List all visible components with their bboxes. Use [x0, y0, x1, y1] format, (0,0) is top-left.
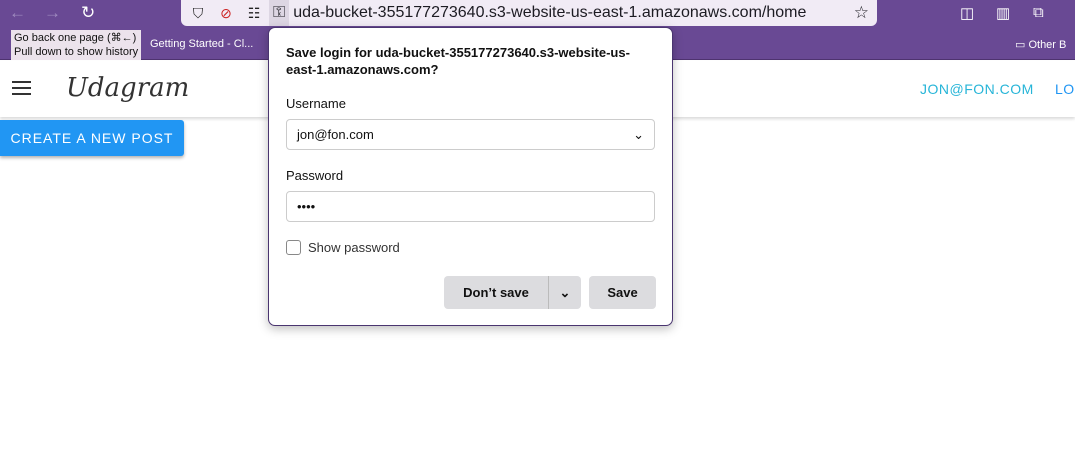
dialog-title: Save login for uda-bucket-355177273640.s…: [286, 45, 630, 77]
dont-save-button[interactable]: Don’t save: [444, 276, 548, 309]
checkbox-box[interactable]: [286, 240, 301, 255]
password-label: Password: [286, 168, 344, 183]
browser-toolbar: ← → ↻ ⛉ ⊘ ☷ ⚿ uda-bucket-355177273640.s3…: [0, 0, 1075, 27]
chevron-down-icon[interactable]: ⌄: [633, 127, 644, 143]
bookmark-getting-started[interactable]: Getting Started - Cl...: [150, 38, 253, 50]
username-value: jon@fon.com: [297, 127, 374, 142]
permissions-icon[interactable]: ☷: [243, 5, 265, 22]
menu-icon[interactable]: [12, 81, 31, 99]
extensions-icon[interactable]: ⧉: [1033, 4, 1044, 21]
url-bar[interactable]: ⛉ ⊘ ☷ ⚿ uda-bucket-355177273640.s3-websi…: [181, 0, 877, 26]
password-value: ••••: [297, 199, 316, 214]
folder-icon: ▭: [1015, 39, 1029, 51]
username-field[interactable]: jon@fon.com ⌄: [286, 119, 655, 150]
blocked-permission-icon[interactable]: ⊘: [215, 5, 237, 22]
pocket-icon[interactable]: ◫: [960, 4, 974, 22]
other-bookmarks-label: Other B: [1028, 39, 1067, 51]
dont-save-menu-chevron-icon[interactable]: ⌄: [548, 276, 581, 309]
create-post-button[interactable]: CREATE A NEW POST: [0, 120, 184, 156]
tooltip-line: Pull down to show history: [14, 46, 139, 58]
show-password-label: Show password: [308, 240, 400, 255]
reload-icon[interactable]: ↻: [81, 3, 95, 23]
other-bookmarks[interactable]: ▭ Other B: [1015, 38, 1066, 51]
show-password-checkbox[interactable]: Show password: [286, 240, 655, 255]
app-logo[interactable]: Udagram: [66, 73, 189, 103]
save-button[interactable]: Save: [589, 276, 656, 309]
tooltip-line: Go back one page (⌘←): [14, 32, 137, 44]
user-link[interactable]: JON@FON.COM: [920, 81, 1034, 97]
reader-view-icon[interactable]: ▥: [996, 4, 1010, 22]
shield-icon[interactable]: ⛉: [187, 5, 209, 22]
logout-link[interactable]: LO: [1055, 81, 1075, 97]
save-login-dialog: Save login for uda-bucket-355177273640.s…: [268, 27, 673, 326]
key-icon[interactable]: ⚿: [269, 0, 290, 26]
back-tooltip: Go back one page (⌘←) Pull down to show …: [11, 30, 142, 60]
url-text[interactable]: uda-bucket-355177273640.s3-website-us-ea…: [293, 4, 806, 22]
password-field[interactable]: ••••: [286, 191, 655, 222]
forward-arrow-icon[interactable]: →: [44, 3, 61, 23]
username-label: Username: [286, 96, 346, 111]
bookmark-star-icon[interactable]: ☆: [854, 3, 869, 23]
back-arrow-icon[interactable]: ←: [9, 3, 26, 23]
